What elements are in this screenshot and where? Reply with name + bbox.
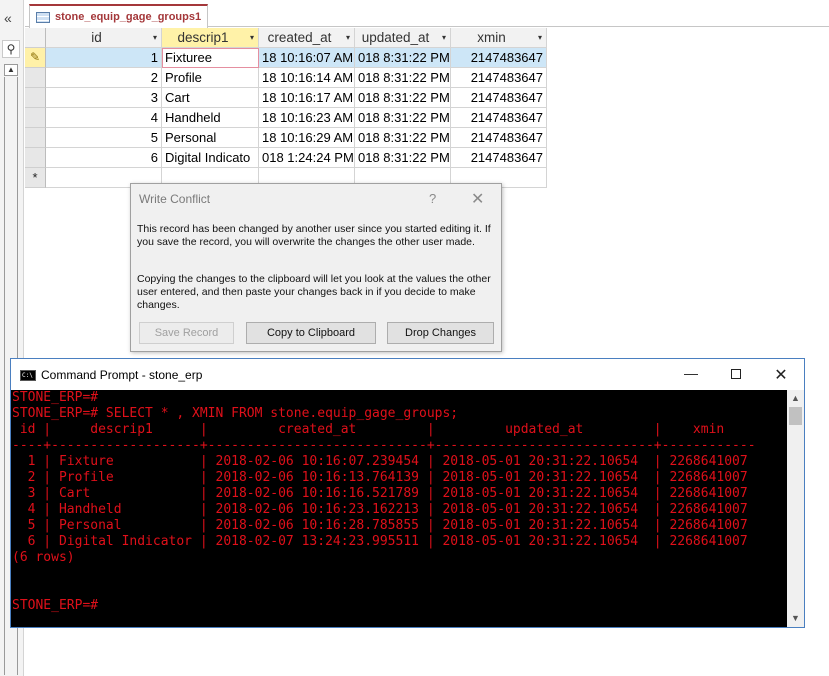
console-lines: STONE_ERP=# STONE_ERP=# SELECT * , XMIN F… — [12, 390, 756, 614]
console-line: id | descrip1 | created_at | updated_at … — [12, 422, 725, 437]
scroll-up-icon[interactable]: ▲ — [787, 390, 804, 407]
console-line: STONE_ERP=# — [12, 598, 99, 613]
cell-xmin[interactable]: 2147483647 — [451, 148, 547, 168]
cell-xmin[interactable]: 2147483647 — [451, 88, 547, 108]
copy-to-clipboard-button[interactable]: Copy to Clipboard — [246, 322, 376, 344]
table-row[interactable]: ✎ 1 Fixturee 18 10:16:07 AM 018 8:31:22 … — [25, 48, 547, 68]
dropdown-arrow-icon[interactable]: ▾ — [153, 28, 157, 47]
search-icon[interactable]: ⚲ — [2, 40, 20, 58]
row-selector[interactable] — [25, 148, 46, 168]
console-line: 4 | Handheld | 2018-02-06 10:16:23.16221… — [12, 502, 748, 517]
cell-created-at[interactable]: 18 10:16:14 AM — [259, 68, 355, 88]
cell-xmin[interactable]: 2147483647 — [451, 128, 547, 148]
write-conflict-dialog: Write Conflict ? ✕ This record has been … — [130, 183, 502, 352]
cell-updated-at[interactable]: 018 8:31:22 PM — [355, 88, 451, 108]
row-selector[interactable] — [25, 68, 46, 88]
cell-descrip1[interactable]: Fixturee — [162, 48, 259, 68]
close-icon[interactable]: ✕ — [471, 189, 484, 209]
cell-descrip1[interactable]: Handheld — [162, 108, 259, 128]
table-row[interactable]: 6 Digital Indicato 018 1:24:24 PM 018 8:… — [25, 148, 547, 168]
cell-created-at[interactable]: 18 10:16:17 AM — [259, 88, 355, 108]
console-line: ----+-------------------+---------------… — [12, 438, 756, 453]
dialog-message: Copying the changes to the clipboard wil… — [137, 273, 491, 311]
table-row[interactable]: 2 Profile 18 10:16:14 AM 018 8:31:22 PM … — [25, 68, 547, 88]
dropdown-arrow-icon[interactable]: ▾ — [346, 28, 350, 47]
cell-created-at[interactable]: 18 10:16:23 AM — [259, 108, 355, 128]
column-header-xmin[interactable]: xmin ▾ — [451, 28, 547, 48]
cell-created-at[interactable]: 018 1:24:24 PM — [259, 148, 355, 168]
row-selector[interactable] — [25, 88, 46, 108]
dropdown-arrow-icon[interactable]: ▾ — [538, 28, 542, 47]
cmd-icon: C:\ — [20, 370, 36, 381]
cell-id[interactable]: 6 — [46, 148, 162, 168]
cell-updated-at[interactable]: 018 8:31:22 PM — [355, 48, 451, 68]
table-row[interactable]: 5 Personal 18 10:16:29 AM 018 8:31:22 PM… — [25, 128, 547, 148]
cell-descrip1[interactable]: Cart — [162, 88, 259, 108]
table-row[interactable]: 4 Handheld 18 10:16:23 AM 018 8:31:22 PM… — [25, 108, 547, 128]
dropdown-arrow-icon[interactable]: ▾ — [250, 28, 254, 47]
window-titlebar[interactable]: C:\ Command Prompt - stone_erp — ✕ — [11, 359, 804, 390]
console-line: 3 | Cart | 2018-02-06 10:16:16.521789 | … — [12, 486, 748, 501]
cell-id[interactable]: 4 — [46, 108, 162, 128]
table-icon — [36, 11, 50, 23]
command-prompt-window: C:\ Command Prompt - stone_erp — ✕ STONE… — [10, 358, 805, 628]
cell-id[interactable]: 2 — [46, 68, 162, 88]
cell-id[interactable]: 5 — [46, 128, 162, 148]
scroll-down-icon[interactable]: ▼ — [787, 610, 804, 627]
cell-xmin[interactable]: 2147483647 — [451, 108, 547, 128]
column-header-updated-at[interactable]: updated_at ▾ — [355, 28, 451, 48]
pencil-icon[interactable]: ✎ — [25, 48, 46, 68]
cell-updated-at[interactable]: 018 8:31:22 PM — [355, 148, 451, 168]
scroll-up-icon[interactable]: ▲ — [4, 64, 18, 76]
dialog-title: Write Conflict — [139, 192, 211, 206]
tab-stone-equip-gage-groups1[interactable]: stone_equip_gage_groups1 — [29, 4, 209, 28]
cell-id[interactable]: 3 — [46, 88, 162, 108]
help-icon[interactable]: ? — [429, 191, 436, 206]
select-all-corner[interactable] — [25, 28, 46, 48]
save-record-button[interactable]: Save Record — [139, 322, 234, 344]
console-line: 5 | Personal | 2018-02-06 10:16:28.78585… — [12, 518, 748, 533]
document-tab-strip: stone_equip_gage_groups1 — [25, 0, 829, 28]
console-line: 2 | Profile | 2018-02-06 10:16:13.764139… — [12, 470, 748, 485]
minimize-icon[interactable]: — — [671, 365, 711, 385]
cell-created-at[interactable]: 18 10:16:29 AM — [259, 128, 355, 148]
dialog-message: This record has been changed by another … — [137, 223, 491, 248]
window-title: Command Prompt - stone_erp — [41, 368, 203, 382]
cell-created-at[interactable]: 18 10:16:07 AM — [259, 48, 355, 68]
dropdown-arrow-icon[interactable]: ▾ — [442, 28, 446, 47]
cell-updated-at[interactable]: 018 8:31:22 PM — [355, 68, 451, 88]
table-row[interactable]: 3 Cart 18 10:16:17 AM 018 8:31:22 PM 214… — [25, 88, 547, 108]
column-header-descrip1[interactable]: descrip1 ▾ — [162, 28, 259, 48]
console-output[interactable]: STONE_ERP=# STONE_ERP=# SELECT * , XMIN F… — [11, 390, 787, 627]
close-icon[interactable]: ✕ — [761, 365, 801, 385]
header-row: id ▾ descrip1 ▾ created_at ▾ updated_at ▾ xm… — [25, 28, 547, 48]
console-line: (6 rows) — [12, 550, 75, 565]
tab-label: stone_equip_gage_groups1 — [55, 11, 202, 23]
cell-id[interactable]: 1 — [46, 48, 162, 68]
cell-xmin[interactable]: 2147483647 — [451, 48, 547, 68]
console-line: STONE_ERP=# — [12, 390, 99, 405]
cell-updated-at[interactable]: 018 8:31:22 PM — [355, 108, 451, 128]
column-header-id[interactable]: id ▾ — [46, 28, 162, 48]
cell-updated-at[interactable]: 018 8:31:22 PM — [355, 128, 451, 148]
cell-descrip1[interactable]: Digital Indicato — [162, 148, 259, 168]
scrollbar-thumb[interactable] — [789, 407, 802, 425]
column-header-created-at[interactable]: created_at ▾ — [259, 28, 355, 48]
collapse-nav-pane-icon[interactable]: « — [4, 10, 12, 26]
row-selector[interactable] — [25, 128, 46, 148]
new-record-icon[interactable]: * — [25, 168, 46, 188]
maximize-icon[interactable] — [716, 365, 756, 385]
console-line: 1 | Fixture | 2018-02-06 10:16:07.239454… — [12, 454, 748, 469]
cell-xmin[interactable]: 2147483647 — [451, 68, 547, 88]
row-selector[interactable] — [25, 108, 46, 128]
cell-descrip1[interactable]: Profile — [162, 68, 259, 88]
console-scrollbar[interactable]: ▲ ▼ — [787, 390, 804, 627]
drop-changes-button[interactable]: Drop Changes — [387, 322, 494, 344]
cell-descrip1[interactable]: Personal — [162, 128, 259, 148]
console-line: STONE_ERP=# SELECT * , XMIN FROM stone.e… — [12, 406, 459, 421]
console-line: 6 | Digital Indicator | 2018-02-07 13:24… — [12, 534, 748, 549]
